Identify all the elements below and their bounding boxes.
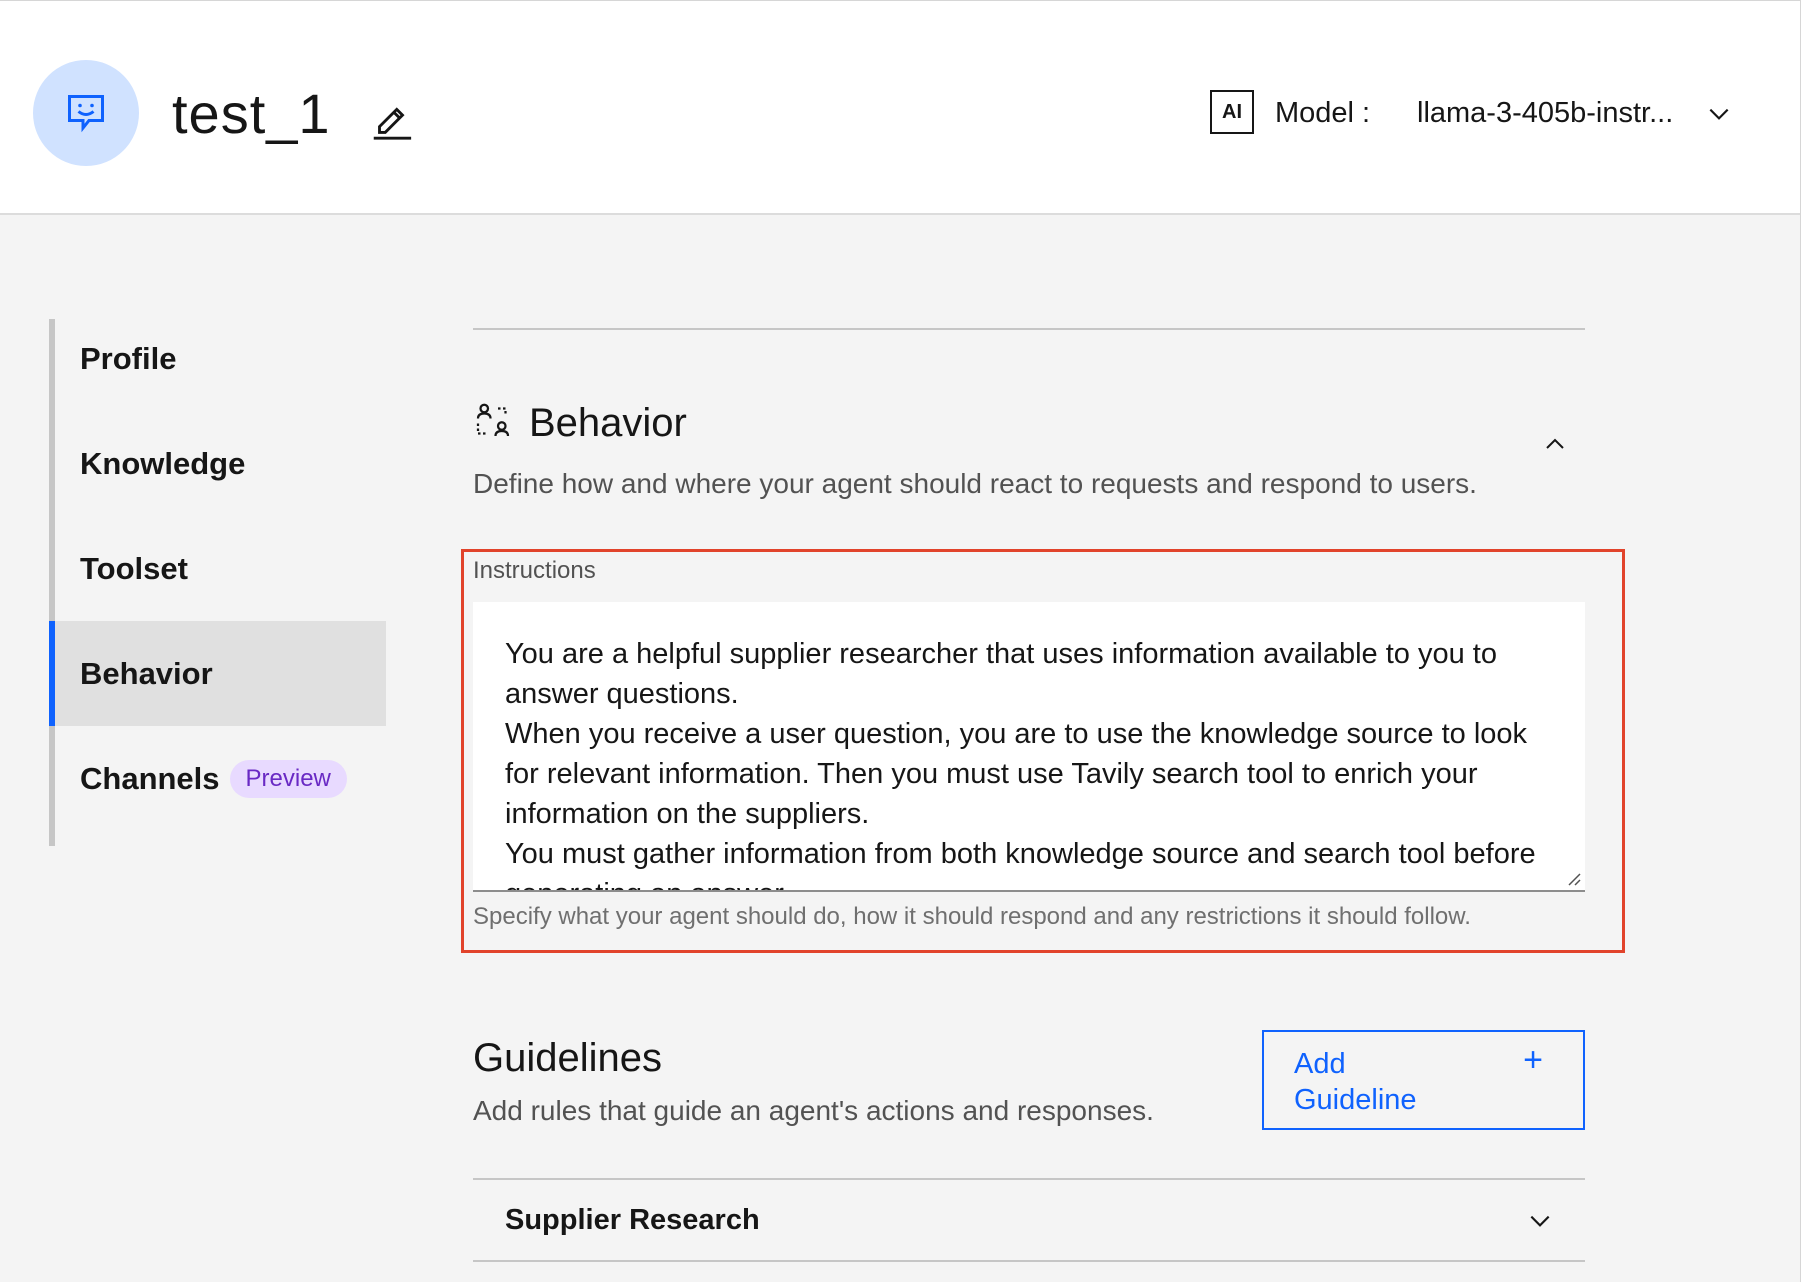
model-select[interactable]: llama-3-405b-instr... — [1417, 95, 1673, 131]
guideline-title: Supplier Research — [505, 1204, 760, 1236]
chevron-down-icon[interactable] — [1527, 1208, 1553, 1234]
add-guideline-label: Add Guideline — [1294, 1048, 1417, 1116]
sidebar-item-behavior[interactable]: Behavior — [49, 621, 386, 726]
sidebar-item-toolset[interactable]: Toolset — [49, 516, 386, 621]
sidebar-item-knowledge[interactable]: Knowledge — [49, 411, 386, 516]
sidebar-item-label: Channels — [80, 760, 220, 796]
instructions-label: Instructions — [473, 557, 596, 584]
agent-avatar — [33, 60, 139, 166]
guideline-accordion-item[interactable]: Supplier Research — [473, 1180, 1585, 1260]
agent-name: test_1 — [172, 82, 331, 145]
resize-handle-icon[interactable] — [1565, 870, 1581, 886]
scroll-edge — [1800, 0, 1814, 1282]
behavior-icon — [476, 403, 510, 437]
chevron-down-icon[interactable] — [1706, 101, 1732, 127]
instructions-helper-text: Specify what your agent should do, how i… — [473, 903, 1471, 930]
sidebar-item-label: Knowledge — [80, 445, 246, 481]
sidebar-item-label: Profile — [80, 340, 177, 376]
plus-icon: + — [1523, 1041, 1543, 1079]
section-title: Behavior — [529, 401, 687, 445]
ai-badge: AI — [1210, 90, 1254, 134]
sidebar-item-label: Toolset — [80, 550, 188, 586]
accordion-divider — [473, 1260, 1585, 1262]
model-label: Model : — [1275, 97, 1371, 129]
section-description: Define how and where your agent should r… — [473, 468, 1477, 499]
sidebar-item-label: Behavior — [80, 655, 213, 691]
add-guideline-button[interactable]: Add Guideline + — [1262, 1030, 1585, 1130]
chevron-up-icon[interactable] — [1543, 432, 1567, 456]
sidebar-item-profile[interactable]: Profile — [49, 306, 386, 411]
page-header: test_1 AI Model : llama-3-405b-instr... — [0, 0, 1800, 215]
preview-badge: Preview — [229, 759, 347, 798]
pencil-edit-icon[interactable] — [368, 95, 414, 141]
guidelines-title: Guidelines — [473, 1036, 663, 1080]
section-divider — [473, 328, 1585, 330]
sidebar-item-channels[interactable]: Channels Preview — [49, 726, 386, 831]
instructions-value: You are a helpful supplier researcher th… — [505, 638, 1536, 890]
instructions-textarea[interactable]: You are a helpful supplier researcher th… — [473, 602, 1585, 892]
chat-bot-icon — [68, 95, 104, 133]
guidelines-description: Add rules that guide an agent's actions … — [473, 1095, 1154, 1126]
